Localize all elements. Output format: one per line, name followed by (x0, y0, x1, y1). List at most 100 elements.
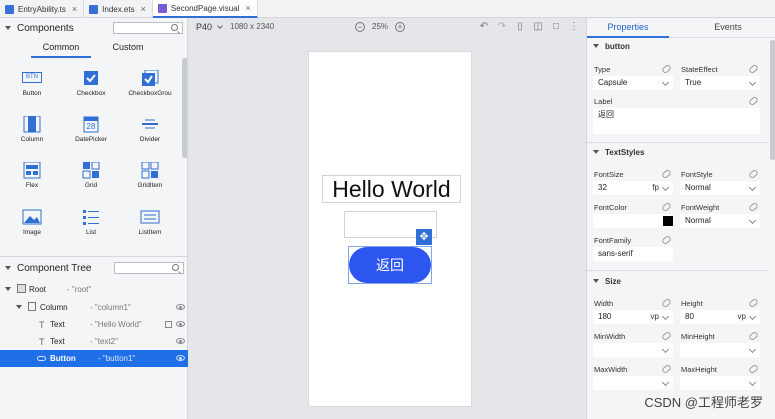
visibility-eye-icon[interactable] (176, 304, 185, 310)
ets-file-icon (89, 4, 99, 14)
chevron-down-icon[interactable] (5, 266, 11, 270)
link-icon[interactable] (748, 363, 759, 375)
font-color-swatch[interactable] (663, 216, 673, 226)
tab-custom[interactable]: Custom (98, 42, 158, 58)
tree-search-input[interactable] (114, 262, 184, 274)
component-griditem[interactable]: GridItem (125, 161, 175, 189)
fontcolor-picker[interactable] (593, 214, 673, 228)
link-icon[interactable] (748, 63, 759, 75)
close-icon[interactable]: × (72, 4, 77, 14)
typescript-file-icon (5, 4, 14, 14)
zoom-out-icon[interactable]: − (355, 22, 365, 32)
chevron-down-icon[interactable] (593, 150, 599, 154)
minheight-input[interactable] (680, 343, 760, 357)
tab-properties[interactable]: Properties (587, 18, 669, 38)
tree-row-root[interactable]: Root - "root" (0, 281, 188, 298)
component-image[interactable]: Image (7, 209, 57, 236)
fontstyle-select[interactable]: Normal (680, 181, 760, 195)
visual-file-icon (157, 3, 167, 13)
chevron-down-icon[interactable] (16, 305, 22, 309)
tree-node-name: Text (50, 320, 65, 329)
chevron-down-icon[interactable] (5, 287, 11, 291)
link-icon[interactable] (661, 363, 672, 375)
link-icon[interactable] (661, 168, 672, 180)
link-icon[interactable] (748, 330, 759, 342)
link-icon[interactable] (748, 168, 759, 180)
redo-icon[interactable]: ↷ (497, 22, 507, 32)
component-list[interactable]: List (66, 209, 116, 236)
more-icon[interactable]: ⋮ (569, 22, 579, 32)
device-select[interactable]: P40 (196, 22, 223, 32)
fontcolor-label: FontColor (594, 203, 627, 212)
height-unit[interactable]: vp (738, 310, 746, 324)
copy-icon[interactable] (165, 321, 172, 328)
link-icon[interactable] (748, 297, 759, 309)
component-checkboxgroup[interactable]: CheckboxGrou (125, 69, 175, 97)
close-icon[interactable]: × (245, 3, 250, 13)
components-search-input[interactable] (113, 22, 183, 34)
undo-icon[interactable]: ↶ (479, 22, 489, 32)
link-icon[interactable] (661, 234, 672, 246)
tree-row-button[interactable]: Button - "button1" (0, 350, 188, 367)
components-scrollbar[interactable] (182, 58, 187, 158)
maxheight-input[interactable] (680, 376, 760, 390)
component-listitem[interactable]: ListItem (125, 209, 175, 236)
tree-row-text-hello[interactable]: T Text - "Hello World" (0, 316, 188, 333)
component-tree-title: Component Tree (17, 262, 92, 274)
component-flex[interactable]: Flex (7, 161, 57, 189)
fontfamily-input[interactable]: sans-serif (593, 247, 673, 261)
minwidth-input[interactable] (593, 343, 673, 357)
link-icon[interactable] (661, 297, 672, 309)
chevron-down-icon[interactable] (593, 44, 599, 48)
component-column[interactable]: Column (7, 115, 57, 143)
tab-secondpage[interactable]: SecondPage.visual × (152, 0, 258, 18)
group-button[interactable]: button (587, 39, 769, 53)
visibility-eye-icon[interactable] (176, 321, 185, 327)
height-input[interactable]: 80 vp (680, 310, 760, 324)
tab-entryability[interactable]: EntryAbility.ts × (0, 0, 85, 18)
hello-world-text[interactable]: Hello World (322, 175, 461, 203)
close-icon[interactable]: × (141, 4, 146, 14)
width-input[interactable]: 180 vp (593, 310, 673, 324)
fontsize-input[interactable]: 32 fp (593, 181, 673, 195)
chevron-down-icon[interactable] (593, 279, 599, 283)
fontstyle-value: Normal (685, 183, 711, 192)
fontweight-select[interactable]: Normal (680, 214, 760, 228)
component-divider[interactable]: Divider (125, 116, 175, 143)
fontsize-unit[interactable]: fp (652, 181, 659, 195)
link-icon[interactable] (661, 63, 672, 75)
component-checkbox[interactable]: Checkbox (66, 70, 116, 97)
component-button[interactable]: BTN Button (7, 70, 57, 97)
group-size[interactable]: Size (587, 274, 769, 288)
state-effect-select[interactable]: True (680, 76, 760, 90)
type-select[interactable]: Capsule (593, 76, 673, 90)
group-textstyles[interactable]: TextStyles (587, 145, 769, 159)
layout-icon[interactable]: ◫ (533, 22, 543, 32)
tab-events[interactable]: Events (687, 18, 769, 38)
maxwidth-input[interactable] (593, 376, 673, 390)
component-grid[interactable]: Grid (66, 161, 116, 189)
properties-scrollbar[interactable] (770, 40, 775, 160)
link-icon[interactable] (748, 201, 759, 213)
button-icon-text: BTN (22, 72, 42, 83)
rotate-device-icon[interactable]: ▯ (515, 22, 525, 32)
link-icon[interactable] (661, 201, 672, 213)
tree-row-text-2[interactable]: T Text - "text2" (0, 333, 188, 350)
tab-common[interactable]: Common (31, 42, 91, 58)
tab-index[interactable]: Index.ets × (84, 0, 153, 18)
label-textarea[interactable]: 返回 (593, 108, 760, 134)
back-button[interactable]: 返回 (349, 247, 431, 283)
fit-screen-icon[interactable]: □ (551, 22, 561, 32)
link-icon[interactable] (748, 95, 759, 107)
visibility-eye-icon[interactable] (176, 355, 185, 361)
component-datepicker[interactable]: 28 DatePicker (66, 116, 116, 143)
divider (587, 142, 769, 143)
visibility-eye-icon[interactable] (176, 338, 185, 344)
link-icon[interactable] (661, 330, 672, 342)
calendar-day: 28 (86, 122, 96, 131)
move-handle-icon[interactable]: ✥ (416, 229, 432, 245)
tree-row-column[interactable]: Column - "column1" (0, 299, 188, 316)
width-unit[interactable]: vp (651, 310, 659, 324)
zoom-in-icon[interactable]: + (395, 22, 405, 32)
chevron-down-icon[interactable] (5, 26, 11, 30)
